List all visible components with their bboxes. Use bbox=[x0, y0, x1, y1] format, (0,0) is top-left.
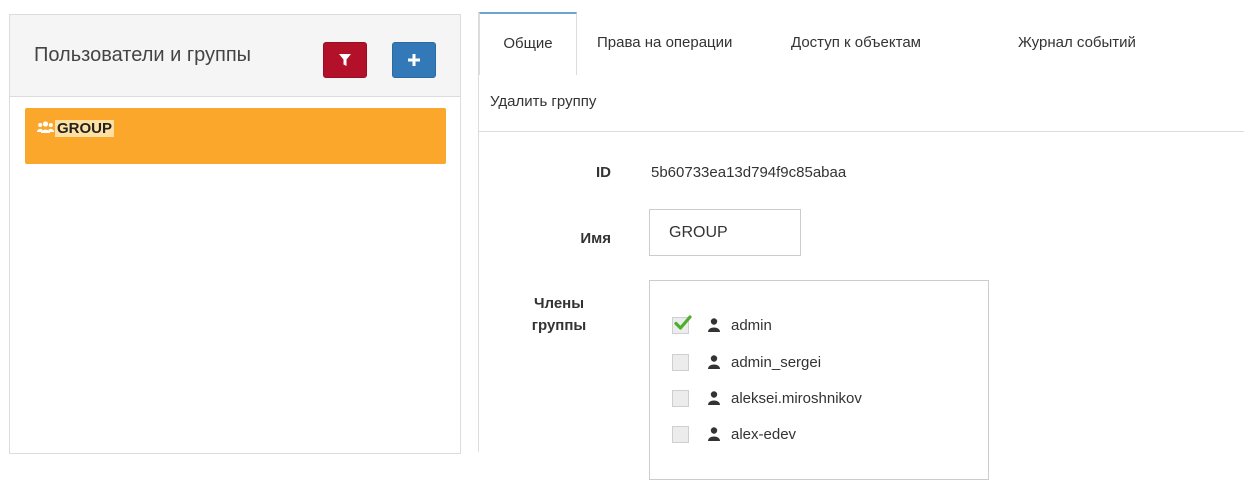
member-row: admin_sergei bbox=[672, 350, 821, 374]
member-name: aleksei.miroshnikov bbox=[731, 389, 862, 407]
member-name: admin_sergei bbox=[731, 353, 822, 371]
filter-button[interactable] bbox=[323, 42, 367, 78]
name-label: Имя bbox=[580, 230, 611, 247]
member-name: admin bbox=[731, 316, 772, 334]
members-list: admin admin_sergei aleksei.miroshnikov a… bbox=[649, 280, 989, 480]
user-icon bbox=[708, 427, 720, 441]
user-icon bbox=[708, 318, 720, 332]
member-row: alex-edev bbox=[672, 422, 796, 446]
filter-icon bbox=[339, 53, 351, 66]
group-label: GROUP bbox=[55, 120, 115, 137]
tab-object-access[interactable]: Доступ к объектам bbox=[791, 12, 921, 74]
member-name: alex-edev bbox=[731, 425, 797, 443]
add-group-button[interactable] bbox=[392, 42, 436, 78]
user-icon bbox=[708, 391, 720, 405]
id-label: ID bbox=[596, 164, 611, 181]
member-checkbox[interactable] bbox=[672, 425, 689, 443]
users-groups-panel: Пользователи и группы GROUP bbox=[9, 14, 461, 454]
tab-operation-rights[interactable]: Права на операции bbox=[597, 12, 732, 74]
tab-delete-group[interactable]: Удалить группу bbox=[490, 74, 596, 130]
name-input[interactable]: GROUP bbox=[649, 209, 801, 256]
members-label: Члены группы bbox=[531, 295, 587, 334]
user-icon bbox=[708, 355, 720, 369]
group-list-item[interactable]: GROUP bbox=[25, 108, 446, 164]
plus-icon bbox=[408, 54, 420, 66]
group-details-panel: Общие Права на операции Доступ к объекта… bbox=[478, 12, 1244, 480]
member-checkbox[interactable] bbox=[672, 389, 689, 407]
tab-event-log[interactable]: Журнал событий bbox=[1018, 12, 1136, 74]
tab-general[interactable]: Общие bbox=[479, 12, 577, 75]
member-checkbox[interactable] bbox=[672, 314, 692, 334]
member-row: admin bbox=[672, 313, 772, 337]
panel-title: Пользователи и группы bbox=[34, 44, 252, 66]
panel-header: Пользователи и группы bbox=[10, 15, 460, 97]
member-checkbox[interactable] bbox=[672, 353, 689, 371]
member-row: aleksei.miroshnikov bbox=[672, 386, 862, 410]
tab-bar: Общие Права на операции Доступ к объекта… bbox=[479, 12, 1244, 132]
id-value: 5b60733ea13d794f9c85abaa bbox=[651, 164, 847, 181]
checkmark-icon bbox=[674, 314, 692, 330]
users-icon bbox=[37, 121, 54, 133]
